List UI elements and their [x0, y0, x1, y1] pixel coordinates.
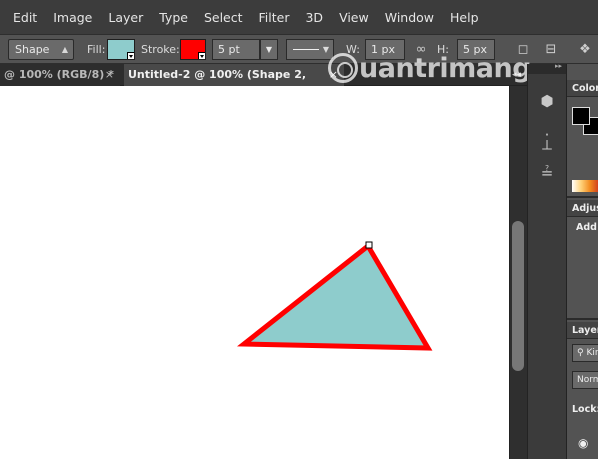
- color-spectrum[interactable]: [572, 180, 598, 192]
- menu-window[interactable]: Window: [377, 10, 442, 25]
- stroke-label: Stroke:: [141, 43, 180, 56]
- menu-image[interactable]: Image: [45, 10, 100, 25]
- stroke-line-preview: [293, 49, 319, 50]
- menu-layer[interactable]: Layer: [100, 10, 151, 25]
- chevron-down-icon: ▼: [265, 45, 273, 54]
- canvas-drawing: [236, 241, 433, 351]
- menu-3d[interactable]: 3D: [297, 10, 331, 25]
- collapse-arrows-icon[interactable]: ◂◂: [512, 64, 521, 86]
- width-label: W:: [346, 43, 360, 56]
- menu-bar: Edit Image Layer Type Select Filter 3D V…: [0, 0, 598, 34]
- updown-arrow-icon: ▲: [61, 45, 68, 54]
- tool-mode-select[interactable]: Shape ▲: [8, 39, 74, 60]
- search-icon: ⚲: [577, 348, 584, 358]
- panel-strip-grip[interactable]: [528, 62, 566, 74]
- close-icon[interactable]: ×: [105, 64, 114, 86]
- stroke-type-select[interactable]: ▼: [286, 39, 334, 60]
- eye-visibility-icon[interactable]: ◉: [578, 436, 588, 450]
- adjustments-panel-header[interactable]: Adjustments: [567, 200, 598, 217]
- blend-mode-select[interactable]: Normal: [572, 371, 598, 389]
- menu-edit[interactable]: Edit: [0, 10, 45, 25]
- foreground-color-swatch[interactable]: [572, 107, 590, 125]
- panel-divider: [567, 196, 598, 198]
- chevron-down-icon: ▼: [322, 45, 329, 54]
- vertical-scrollbar[interactable]: [509, 86, 527, 459]
- tab-untitled-2[interactable]: Untitled-2 @ 100% (Shape 2, RGB/8) * ×: [124, 64, 344, 103]
- menu-help[interactable]: Help: [442, 10, 487, 25]
- menu-select[interactable]: Select: [196, 10, 251, 25]
- layers-panel-header[interactable]: Layers: [567, 322, 598, 339]
- menu-type[interactable]: Type: [151, 10, 196, 25]
- right-panels: Color Adjustments Add Layers ⚲ Kind Norm…: [567, 64, 598, 459]
- width-field[interactable]: 1 px: [365, 39, 405, 60]
- brush-presets-icon[interactable]: ≟: [535, 162, 559, 184]
- stroke-width-field[interactable]: 5 pt: [212, 39, 260, 60]
- path-operations-icon[interactable]: ◻: [514, 39, 532, 60]
- menu-view[interactable]: View: [331, 10, 377, 25]
- lock-label: Lock:: [572, 404, 598, 415]
- panel-divider: [567, 318, 598, 320]
- path-alignment-icon[interactable]: ⊟: [541, 39, 561, 60]
- brushes-icon[interactable]: ⟂: [535, 134, 559, 156]
- scrollbar-thumb[interactable]: [512, 221, 524, 371]
- tab-document-1[interactable]: @ 100% (RGB/8) * ×: [0, 64, 120, 86]
- height-label: H:: [437, 43, 449, 56]
- triangle-shape[interactable]: [236, 242, 433, 351]
- dropdown-corner-icon: [198, 52, 205, 59]
- panel-icon-strip: ⬢ · ⟂ ≟: [527, 62, 567, 459]
- document-canvas[interactable]: [0, 86, 509, 459]
- document-tab-bar: @ 100% (RGB/8) * × Untitled-2 @ 100% (Sh…: [0, 64, 527, 103]
- fill-color-swatch[interactable]: [107, 39, 135, 60]
- layer-kind-filter[interactable]: ⚲ Kind: [572, 344, 598, 362]
- tab-title: @ 100% (RGB/8) *: [4, 68, 114, 81]
- options-bar: Shape ▲ Fill: Stroke: 5 pt ▼ ▼ W: 1 px ∞…: [0, 34, 598, 64]
- close-icon[interactable]: ×: [329, 64, 338, 86]
- tool-mode-value: Shape: [15, 43, 50, 56]
- dropdown-corner-icon: [127, 52, 134, 59]
- height-field[interactable]: 5 px: [457, 39, 495, 60]
- 3d-cube-icon[interactable]: ⬢: [535, 90, 559, 112]
- stroke-width-dropdown[interactable]: ▼: [260, 39, 278, 60]
- fill-label: Fill:: [87, 43, 106, 56]
- menu-filter[interactable]: Filter: [251, 10, 298, 25]
- anchor-point-handle[interactable]: [365, 241, 373, 249]
- stroke-color-swatch[interactable]: [180, 39, 206, 60]
- add-adjustment-label: Add: [576, 222, 597, 233]
- link-icon[interactable]: ∞: [412, 39, 430, 60]
- path-arrangement-icon[interactable]: ❖: [575, 39, 595, 60]
- color-panel-header[interactable]: Color: [567, 80, 598, 97]
